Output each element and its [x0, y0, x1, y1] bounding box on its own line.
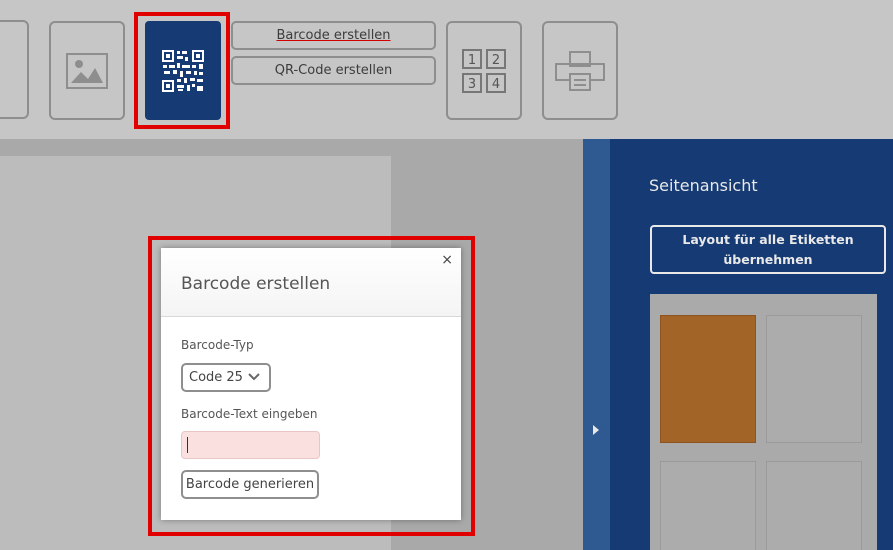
print-button[interactable] — [542, 21, 618, 120]
barcode-text-input[interactable] — [181, 431, 320, 459]
barcode-type-value: Code 25 — [189, 370, 243, 385]
create-barcode-dialog: Barcode erstellen × Barcode-Typ Code 25 … — [161, 248, 461, 520]
generate-barcode-label: Barcode generieren — [185, 477, 315, 492]
print-icon — [555, 50, 605, 91]
grid-number-3: 3 — [468, 77, 476, 92]
apply-layout-line-2: übernehmen — [723, 252, 813, 267]
create-qr-code-button[interactable]: QR-Code erstellen — [231, 56, 436, 85]
image-tool-button[interactable] — [49, 21, 125, 120]
barcode-tool-highlight — [134, 12, 230, 129]
barcode-text-label: Barcode-Text eingeben — [181, 407, 318, 421]
dialog-title: Barcode erstellen — [181, 274, 331, 294]
create-qr-code-label: QR-Code erstellen — [274, 63, 393, 78]
label-cell[interactable] — [660, 461, 756, 550]
chevron-right-icon — [593, 425, 599, 435]
page-preview-title: Seitenansicht — [649, 176, 758, 195]
create-barcode-button[interactable]: Barcode erstellen — [231, 21, 436, 50]
label-cell-active[interactable] — [660, 315, 756, 443]
grid-numbers-icon: 1 2 3 4 — [462, 48, 506, 93]
image-icon — [66, 52, 108, 89]
panel-collapse-toggle[interactable] — [583, 139, 610, 550]
close-icon[interactable]: × — [441, 252, 453, 268]
barcode-type-select[interactable]: Code 25 — [181, 363, 271, 392]
chevron-down-icon — [248, 373, 260, 381]
grid-number-2: 2 — [492, 53, 500, 68]
label-cell[interactable] — [766, 315, 862, 443]
generate-barcode-button[interactable]: Barcode generieren — [181, 470, 319, 499]
text-caret — [187, 437, 188, 453]
grid-number-1: 1 — [468, 53, 476, 68]
toolbar: Barcode erstellen QR-Code erstellen 1 2 … — [0, 0, 893, 139]
dialog-header: Barcode erstellen × — [161, 248, 461, 317]
label-numbering-button[interactable]: 1 2 3 4 — [446, 21, 522, 120]
barcode-type-label: Barcode-Typ — [181, 338, 254, 352]
circle-icon — [0, 20, 27, 119]
apply-layout-line-1: Layout für alle Etiketten — [682, 232, 854, 247]
label-cell[interactable] — [766, 461, 862, 550]
shape-tool-button[interactable] — [0, 20, 29, 119]
apply-layout-all-labels-button[interactable]: Layout für alle Etiketten übernehmen — [650, 225, 886, 274]
create-barcode-label: Barcode erstellen — [276, 28, 391, 43]
grid-number-4: 4 — [492, 77, 500, 92]
label-sheet-preview — [650, 294, 877, 550]
